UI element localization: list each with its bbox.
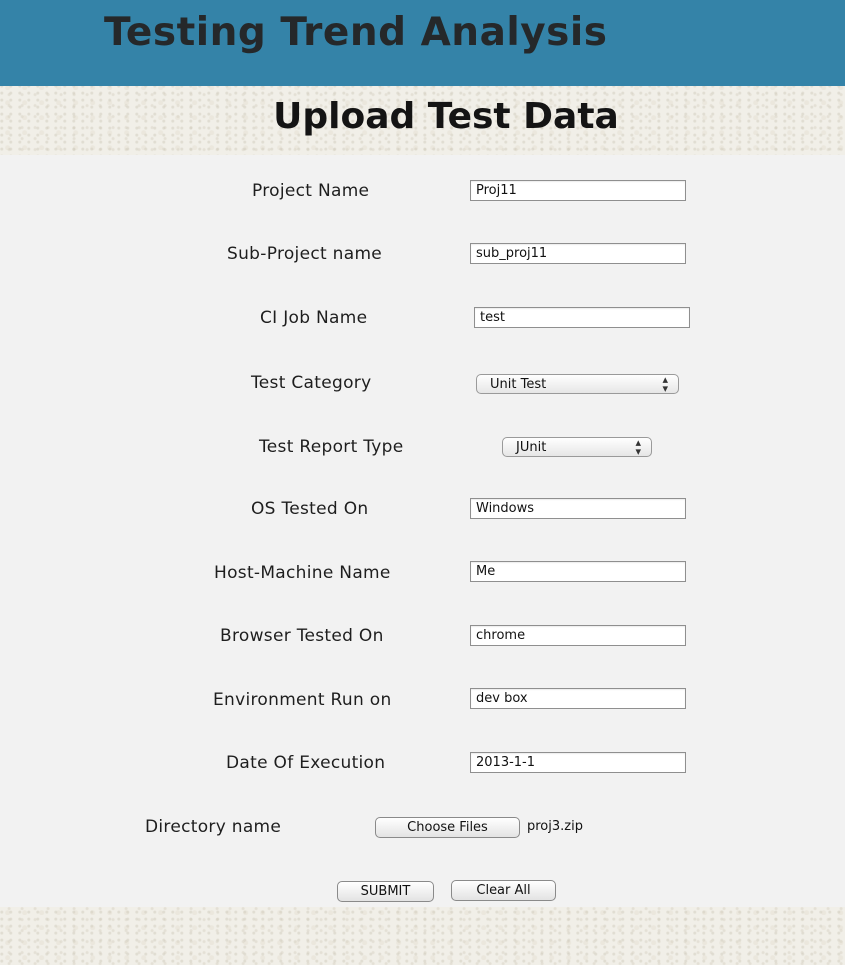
- upload-form: Project Name Sub-Project name CI Job Nam…: [0, 155, 845, 907]
- project-name-input[interactable]: [470, 180, 686, 201]
- app-header: Testing Trend Analysis: [0, 0, 845, 86]
- test-report-type-select[interactable]: JUnit ▴ ▾: [502, 437, 652, 457]
- select-arrows-icon: ▴ ▾: [662, 373, 668, 395]
- test-category-value: Unit Test: [490, 377, 547, 392]
- os-tested-on-label: OS Tested On: [251, 499, 369, 519]
- host-machine-name-input[interactable]: [470, 561, 686, 582]
- selected-file-name: proj3.zip: [527, 819, 583, 834]
- date-of-execution-label: Date Of Execution: [226, 753, 386, 773]
- test-category-label: Test Category: [251, 373, 372, 393]
- browser-tested-on-label: Browser Tested On: [220, 626, 384, 646]
- browser-tested-on-input[interactable]: [470, 625, 686, 646]
- host-machine-name-label: Host-Machine Name: [214, 563, 391, 583]
- date-of-execution-input[interactable]: [470, 752, 686, 773]
- select-arrows-icon: ▴ ▾: [635, 436, 641, 458]
- clear-all-button[interactable]: Clear All: [451, 880, 556, 901]
- sub-project-name-label: Sub-Project name: [227, 244, 383, 264]
- sub-project-name-input[interactable]: [470, 243, 686, 264]
- environment-run-on-input[interactable]: [470, 688, 686, 709]
- os-tested-on-input[interactable]: [470, 498, 686, 519]
- test-report-type-label: Test Report Type: [259, 437, 404, 457]
- environment-run-on-label: Environment Run on: [213, 690, 392, 710]
- project-name-label: Project Name: [252, 181, 370, 201]
- test-report-type-value: JUnit: [516, 440, 547, 455]
- test-category-select[interactable]: Unit Test ▴ ▾: [476, 374, 679, 394]
- ci-job-name-label: CI Job Name: [260, 308, 368, 328]
- app-title: Testing Trend Analysis: [104, 10, 608, 55]
- ci-job-name-input[interactable]: [474, 307, 690, 328]
- submit-button[interactable]: SUBMIT: [337, 881, 434, 902]
- choose-files-button[interactable]: Choose Files: [375, 817, 520, 838]
- directory-name-label: Directory name: [145, 817, 282, 837]
- page-heading: Upload Test Data: [273, 96, 619, 137]
